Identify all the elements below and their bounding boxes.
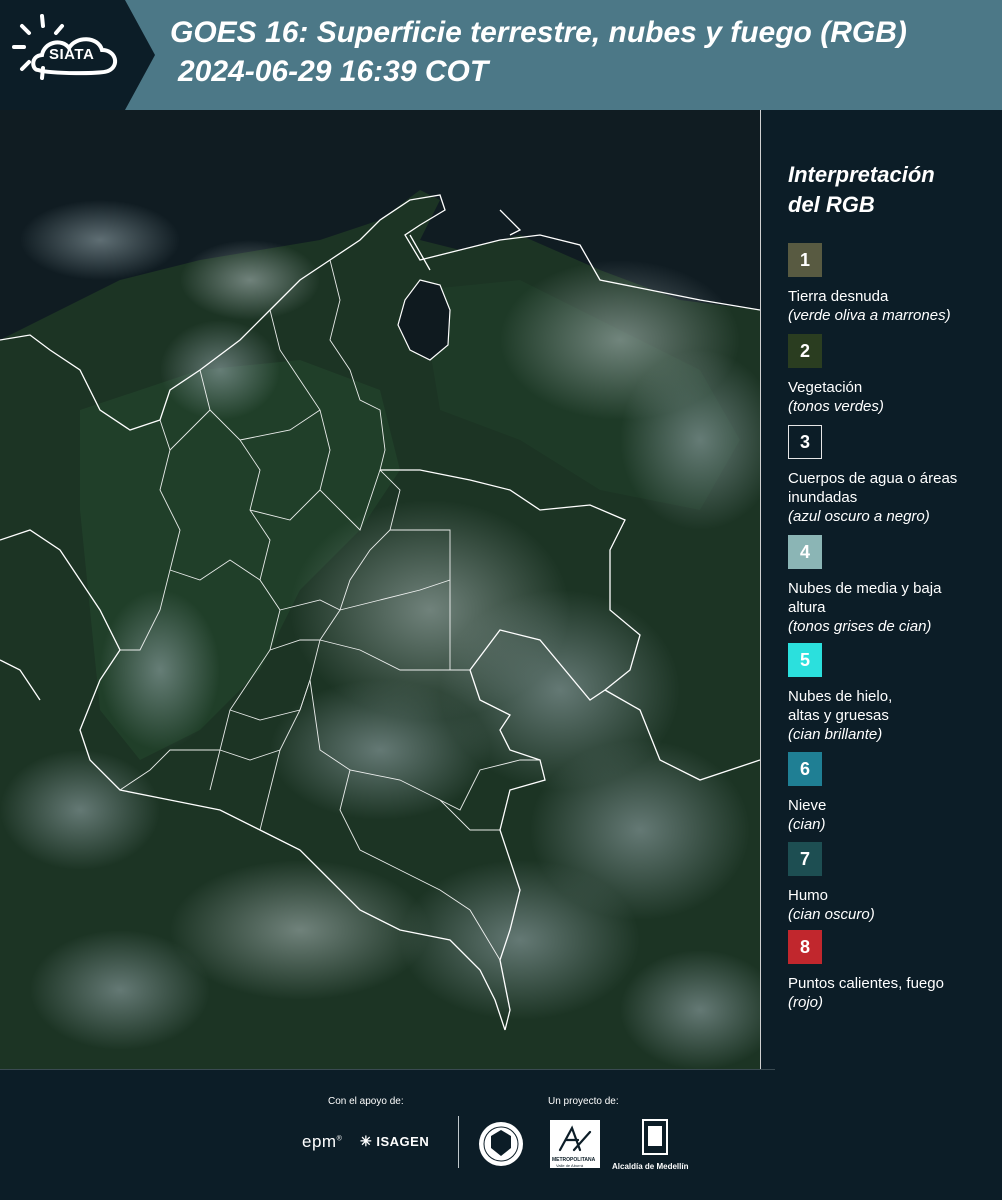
support-label: Con el apoyo de: [328,1096,404,1107]
legend-title-line2: del RGB [788,192,875,217]
map-divider [760,110,761,1070]
legend-item-bare-soil: 1 Tierra desnuda (verde oliva a marrones… [788,243,951,325]
project-label: Un proyecto de: [548,1096,619,1107]
legend-swatch: 4 [788,535,822,569]
medellin-seal-icon[interactable] [477,1120,525,1168]
legend-title: Interpretación del RGB [788,160,998,220]
satellite-map[interactable] [0,110,760,1070]
legend-sub: (rojo) [788,994,824,1011]
legend-label: Cuerpos de agua o áreas inundadas [788,470,958,506]
page-title: GOES 16: Superficie terrestre, nubes y f… [170,16,907,49]
legend-swatch: 8 [788,930,822,964]
legend-sub: (cian oscuro) [788,906,875,923]
legend-item-mid-low-clouds: 4 Nubes de media y baja altura (tonos gr… [788,535,948,636]
map-canvas [0,190,760,1070]
legend-sub: (cian brillante) [788,726,883,743]
footer-divider [458,1116,459,1168]
legend-sub: (verde oliva a marrones) [788,307,951,324]
isagen-logo[interactable]: ✳ ISAGEN [360,1133,429,1150]
siata-logo[interactable]: SIATA [0,0,125,110]
epm-logo[interactable]: epm® [302,1132,342,1152]
legend-label: Tierra desnuda [788,288,889,305]
legend-item-snow: 6 Nieve (cian) [788,752,826,834]
timestamp: 2024-06-29 16:39 COT [178,55,489,88]
legend-label: Humo [788,887,829,904]
epm-logo-text: epm [302,1132,337,1151]
logo-text: SIATA [49,46,95,63]
legend-item-ice-clouds: 5 Nubes de hielo, altas y gruesas (cian … [788,643,918,744]
legend-label: Nubes de hielo, altas y gruesas [788,688,893,724]
legend-sub: (azul oscuro a negro) [788,508,930,525]
legend-sub: (tonos verdes) [788,398,884,415]
legend-sub: (tonos grises de cian) [788,618,932,635]
header-bar: SIATA GOES 16: Superficie terrestre, nub… [0,0,1002,110]
legend-label: Nieve [788,797,827,814]
legend-label: Nubes de media y baja altura [788,580,942,616]
legend-label: Puntos calientes, fuego [788,975,944,992]
legend-swatch: 3 [788,425,822,459]
legend-item-vegetation: 2 Vegetación (tonos verdes) [788,334,884,416]
legend-swatch: 5 [788,643,822,677]
rgb-legend: Interpretación del RGB 1 Tierra desnuda … [788,160,998,1011]
legend-swatch: 6 [788,752,822,786]
footer-sponsors: Con el apoyo de: Un proyecto de: epm® ✳ … [0,1070,1002,1200]
alcaldia-caption: Alcaldía de Medellín [612,1162,689,1171]
logo-arrow-shape [125,0,155,110]
legend-swatch: 2 [788,334,822,368]
legend-label: Vegetación [788,379,863,396]
legend-swatch: 1 [788,243,822,277]
legend-item-fire: 8 Puntos calientes, fuego (rojo) [788,930,944,1012]
isagen-mark-icon: ✳ [360,1133,373,1149]
alcaldia-shield-icon[interactable] [640,1118,670,1158]
legend-item-water: 3 Cuerpos de agua o áreas inundadas (azu… [788,425,958,526]
legend-title-line1: Interpretación [788,162,935,187]
legend-sub: (cian) [788,816,826,833]
isagen-logo-text: ISAGEN [376,1134,430,1149]
legend-item-smoke: 7 Humo (cian oscuro) [788,842,875,924]
area-metro-line2: Valle de Aburrá [556,1163,584,1168]
legend-swatch: 7 [788,842,822,876]
